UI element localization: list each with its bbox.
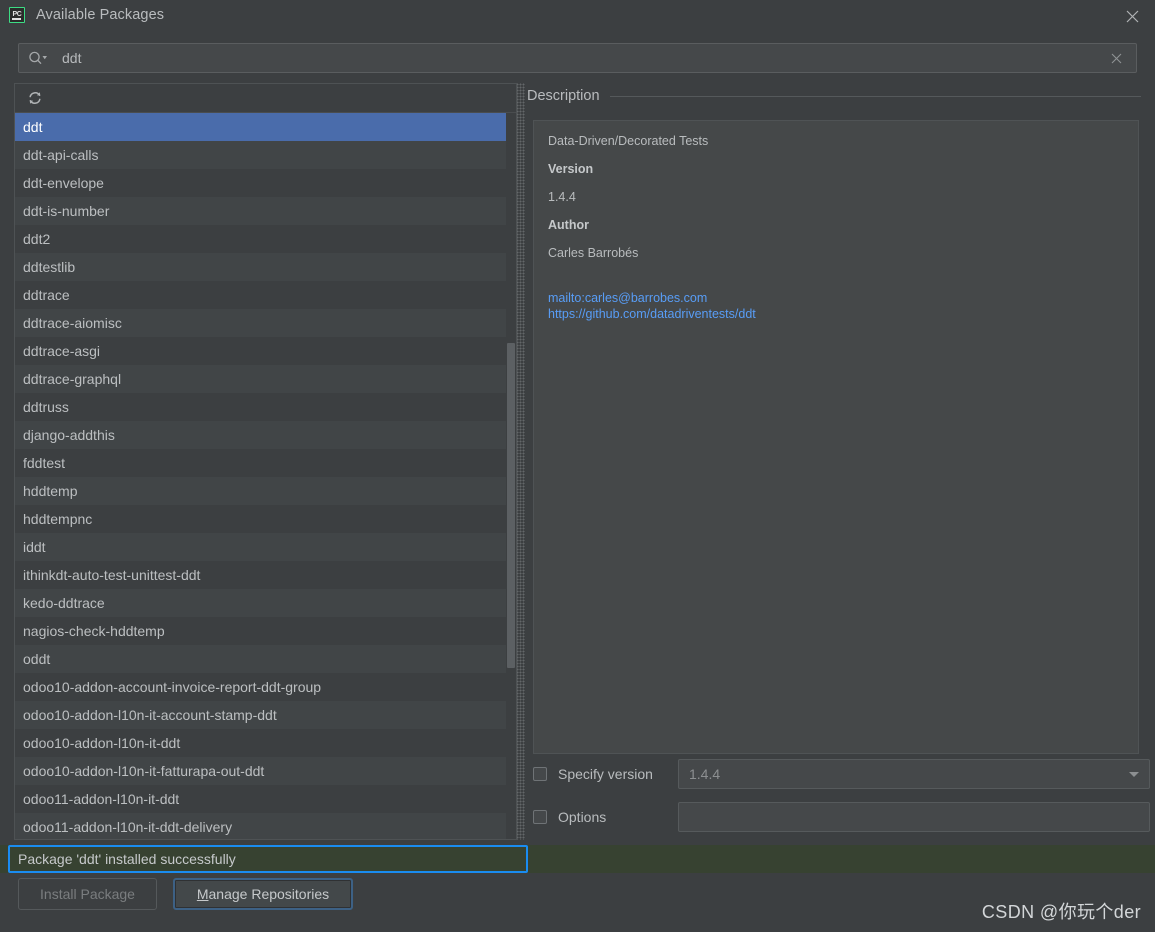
mailto-link[interactable]: mailto:carles@barrobes.com <box>548 290 1124 306</box>
list-item[interactable]: ddtestlib <box>15 253 516 281</box>
package-list[interactable]: ddt ddt-api-calls ddt-envelope ddt-is-numbe… <box>15 113 516 839</box>
list-item[interactable]: odoo11-addon-l10n-it-ddt-delivery <box>15 813 516 839</box>
author-label: Author <box>548 218 589 232</box>
list-item[interactable]: ddt-is-number <box>15 197 516 225</box>
chevron-down-icon[interactable] <box>1129 771 1139 777</box>
list-item[interactable]: ddtruss <box>15 393 516 421</box>
list-item[interactable]: oddt <box>15 645 516 673</box>
description-pane: Description Data-Driven/Decorated Tests … <box>527 83 1150 840</box>
button-bar: Install Package Manage Repositories <box>0 878 1155 916</box>
version-select-value: 1.4.4 <box>689 766 721 782</box>
description-body: Data-Driven/Decorated Tests Version 1.4.… <box>533 120 1139 754</box>
list-scrollbar-track[interactable] <box>506 113 516 839</box>
list-item[interactable]: odoo10-addon-l10n-it-ddt <box>15 729 516 757</box>
list-item[interactable]: ddt2 <box>15 225 516 253</box>
options-row: Options <box>533 802 1150 832</box>
clear-search-icon[interactable] <box>1108 50 1124 66</box>
homepage-link[interactable]: https://github.com/datadriventests/ddt <box>548 306 1124 322</box>
package-summary: Data-Driven/Decorated Tests <box>548 134 709 148</box>
version-select[interactable]: 1.4.4 <box>678 759 1150 789</box>
manage-repositories-mnemonic: M <box>196 886 209 902</box>
description-header: Description <box>527 83 1141 109</box>
author-value: Carles Barrobés <box>548 246 639 260</box>
specify-version-label: Specify version <box>558 766 653 782</box>
list-item[interactable]: ddt-api-calls <box>15 141 516 169</box>
version-value: 1.4.4 <box>548 190 576 204</box>
header-divider <box>609 95 1141 97</box>
close-icon[interactable] <box>1123 7 1141 25</box>
list-scrollbar-thumb[interactable] <box>507 343 515 668</box>
description-title: Description <box>527 88 600 104</box>
list-item[interactable]: odoo11-addon-l10n-it-ddt <box>15 785 516 813</box>
list-toolbar <box>15 84 516 113</box>
package-list-pane: ddt ddt-api-calls ddt-envelope ddt-is-numbe… <box>14 83 517 840</box>
list-item[interactable]: fddtest <box>15 449 516 477</box>
options-input[interactable] <box>678 802 1150 832</box>
list-item[interactable]: hddtemp <box>15 477 516 505</box>
status-message-box[interactable]: Package 'ddt' installed successfully <box>8 845 528 873</box>
status-message: Package 'ddt' installed successfully <box>18 851 236 867</box>
manage-repositories-button[interactable]: Manage Repositories <box>173 878 353 910</box>
specify-version-checkbox[interactable] <box>533 767 547 781</box>
title-bar: PC Available Packages <box>0 0 1155 30</box>
search-input[interactable]: ddt <box>62 50 1108 66</box>
available-packages-dialog: PC Available Packages ddt ddt ddt-api-ca… <box>0 0 1155 932</box>
version-label: Version <box>548 162 594 176</box>
list-item[interactable]: iddt <box>15 533 516 561</box>
list-item[interactable]: odoo10-addon-l10n-it-fatturapa-out-ddt <box>15 757 516 785</box>
options-checkbox[interactable] <box>533 810 547 824</box>
list-item[interactable]: ddtrace-graphql <box>15 365 516 393</box>
main-content: ddt ddt-api-calls ddt-envelope ddt-is-numbe… <box>0 83 1155 841</box>
list-item[interactable]: odoo10-addon-account-invoice-report-ddt-… <box>15 673 516 701</box>
specify-version-row: Specify version 1.4.4 <box>533 759 1150 789</box>
refresh-icon[interactable] <box>25 88 45 108</box>
pycharm-icon: PC <box>9 7 25 23</box>
list-item[interactable]: nagios-check-hddtemp <box>15 617 516 645</box>
list-item[interactable]: ddt <box>15 113 516 141</box>
install-package-button[interactable]: Install Package <box>18 878 157 910</box>
list-item[interactable]: django-addthis <box>15 421 516 449</box>
list-item[interactable]: ddt-envelope <box>15 169 516 197</box>
list-item[interactable]: ddtrace <box>15 281 516 309</box>
list-item[interactable]: kedo-ddtrace <box>15 589 516 617</box>
window-title: Available Packages <box>36 7 165 23</box>
list-item[interactable]: ddtrace-asgi <box>15 337 516 365</box>
search-field[interactable]: ddt <box>18 43 1137 73</box>
list-item[interactable]: ddtrace-aiomisc <box>15 309 516 337</box>
pane-splitter[interactable] <box>517 83 525 840</box>
list-item[interactable]: odoo10-addon-l10n-it-account-stamp-ddt <box>15 701 516 729</box>
options-label: Options <box>558 809 607 825</box>
list-item[interactable]: hddtempnc <box>15 505 516 533</box>
manage-repositories-label: anage Repositories <box>208 886 330 902</box>
list-item[interactable]: ithinkdt-auto-test-unittest-ddt <box>15 561 516 589</box>
search-icon[interactable] <box>28 50 48 66</box>
